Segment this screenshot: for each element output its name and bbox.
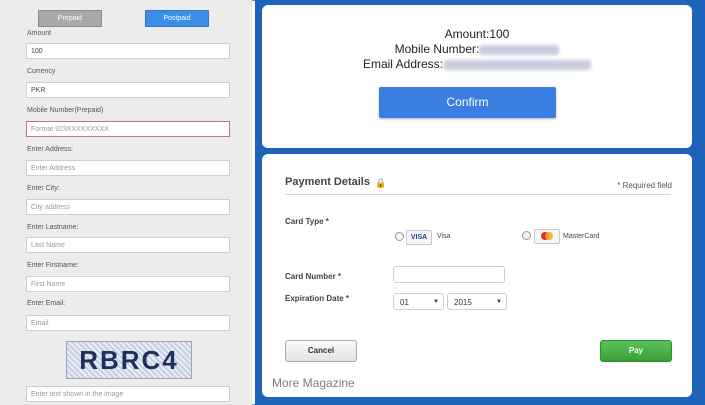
summary-email-label: Email Address: bbox=[362, 57, 444, 71]
card-number-input[interactable] bbox=[393, 266, 505, 283]
address-label: Enter Address: bbox=[27, 146, 73, 153]
card-number-label: Card Number * bbox=[285, 272, 342, 281]
captcha-image: RBRC4 bbox=[66, 341, 192, 379]
visa-radio[interactable] bbox=[395, 232, 404, 241]
watermark-text: More Magazine bbox=[272, 376, 355, 390]
order-summary-panel: Amount:100 Mobile Number: Email Address:… bbox=[262, 5, 692, 148]
redacted-email bbox=[443, 59, 592, 70]
payment-title: Payment Details bbox=[285, 176, 370, 188]
required-note: * Required field bbox=[617, 181, 672, 190]
email-input[interactable]: Email bbox=[26, 315, 230, 331]
visa-label: Visa bbox=[437, 233, 451, 240]
captcha-input[interactable]: Enter text shown in the image bbox=[26, 386, 230, 402]
month-value: 01 bbox=[400, 298, 409, 307]
address-input[interactable]: Enter Address bbox=[26, 160, 230, 176]
mastercard-label: MasterCard bbox=[563, 233, 600, 240]
firstname-input[interactable]: First Name bbox=[26, 276, 230, 292]
chevron-down-icon: ▼ bbox=[496, 299, 502, 305]
lastname-label: Enter Lastname: bbox=[27, 224, 79, 231]
city-label: Enter City: bbox=[27, 185, 60, 192]
summary-email: Email Address: bbox=[262, 57, 692, 71]
expiration-month-select[interactable]: 01 ▼ bbox=[393, 293, 444, 310]
expiration-label: Expiration Date * bbox=[285, 294, 350, 303]
amount-input[interactable]: 100 bbox=[26, 43, 230, 59]
redacted-mobile bbox=[479, 44, 560, 55]
expiration-year-select[interactable]: 2015 ▼ bbox=[447, 293, 507, 310]
visa-card-icon: VISA bbox=[406, 230, 432, 245]
left-form-panel: Prepaid Postpaid Amount 100 Currency PKR… bbox=[0, 0, 252, 405]
card-type-label: Card Type * bbox=[285, 217, 329, 226]
mobile-input[interactable]: Format 923XXXXXXXXX bbox=[26, 121, 230, 137]
divider bbox=[285, 194, 671, 195]
currency-label: Currency bbox=[27, 68, 56, 75]
pay-button[interactable]: Pay bbox=[600, 340, 672, 362]
summary-mobile-label: Mobile Number: bbox=[394, 42, 480, 56]
tab-prepaid[interactable]: Prepaid bbox=[38, 10, 102, 27]
lock-icon: 🔒 bbox=[375, 178, 387, 188]
mastercard-icon bbox=[534, 229, 560, 244]
firstname-label: Enter Firstname: bbox=[27, 262, 79, 269]
summary-amount: Amount:100 bbox=[444, 27, 510, 41]
lastname-input[interactable]: Last Name bbox=[26, 237, 230, 253]
mastercard-radio[interactable] bbox=[522, 231, 531, 240]
city-input[interactable]: City address bbox=[26, 199, 230, 215]
summary-mobile: Mobile Number: bbox=[262, 42, 692, 56]
cancel-button[interactable]: Cancel bbox=[285, 340, 357, 362]
confirm-button[interactable]: Confirm bbox=[379, 87, 556, 118]
amount-label: Amount bbox=[27, 30, 52, 37]
currency-input[interactable]: PKR bbox=[26, 82, 230, 98]
year-value: 2015 bbox=[454, 298, 472, 307]
chevron-down-icon: ▼ bbox=[433, 299, 439, 305]
email-label: Enter Email: bbox=[27, 300, 66, 307]
payment-details-panel: Payment Details 🔒 * Required field Card … bbox=[262, 154, 692, 397]
tab-postpaid[interactable]: Postpaid bbox=[145, 10, 209, 27]
mobile-label: Mobile Number(Prepaid) bbox=[27, 107, 104, 114]
captcha-text: RBRC4 bbox=[79, 345, 179, 375]
